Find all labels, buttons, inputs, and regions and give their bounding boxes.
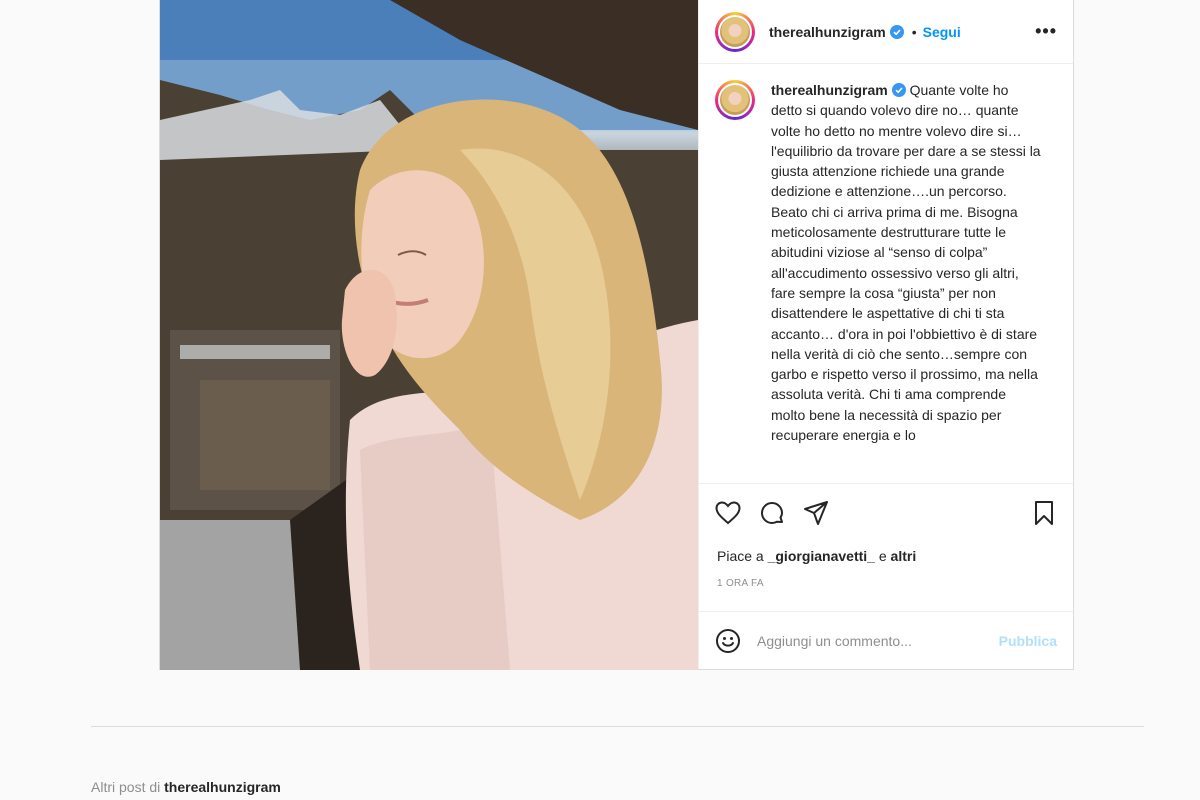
instagram-post: therealhunzigram • Segui ••• therealhunz…	[159, 0, 1074, 670]
bookmark-icon[interactable]	[1029, 498, 1059, 528]
caption-username[interactable]: therealhunzigram	[771, 82, 888, 98]
verified-badge-icon	[891, 83, 906, 97]
more-posts-username[interactable]: therealhunzigram	[164, 779, 281, 795]
paper-plane-icon[interactable]	[801, 498, 831, 528]
more-posts-prefix: Altri post di	[91, 779, 165, 795]
liker-username[interactable]: _giorgianavetti_	[768, 548, 875, 564]
post-header: therealhunzigram • Segui •••	[699, 0, 1073, 64]
post-photo[interactable]	[160, 0, 698, 670]
comment-bar: Aggiungi un commento... Pubblica	[699, 611, 1073, 669]
caption-avatar[interactable]	[715, 80, 755, 120]
verified-badge-icon	[889, 24, 904, 39]
caption: therealhunzigram Quante volte ho detto s…	[771, 80, 1041, 483]
caption-area[interactable]: therealhunzigram Quante volte ho detto s…	[699, 64, 1073, 484]
avatar[interactable]	[715, 11, 755, 52]
comment-icon[interactable]	[757, 498, 787, 528]
follow-button[interactable]: Segui	[923, 24, 961, 40]
publish-button[interactable]: Pubblica	[999, 633, 1057, 649]
photo-illustration	[160, 0, 698, 670]
likes-text: Piace a _giorgianavetti_ e altri	[699, 548, 1073, 564]
caption-text: Quante volte ho detto si quando volevo d…	[771, 82, 1041, 444]
separator-dot: •	[911, 23, 917, 40]
emoji-icon[interactable]	[715, 628, 741, 654]
likes-others-link[interactable]: altri	[891, 548, 917, 564]
divider	[91, 726, 1144, 727]
more-posts-heading: Altri post di therealhunzigram	[91, 779, 281, 795]
likes-mid: e	[874, 548, 891, 564]
comment-input[interactable]: Aggiungi un commento...	[757, 633, 999, 649]
username-link[interactable]: therealhunzigram	[769, 24, 886, 40]
likes-prefix: Piace a	[717, 548, 768, 564]
action-bar	[699, 484, 1073, 542]
post-timestamp[interactable]: 1 ora fa	[699, 578, 1073, 589]
heart-icon[interactable]	[713, 498, 743, 528]
post-sidebar: therealhunzigram • Segui ••• therealhunz…	[698, 0, 1073, 669]
more-options-icon[interactable]: •••	[1035, 21, 1057, 42]
